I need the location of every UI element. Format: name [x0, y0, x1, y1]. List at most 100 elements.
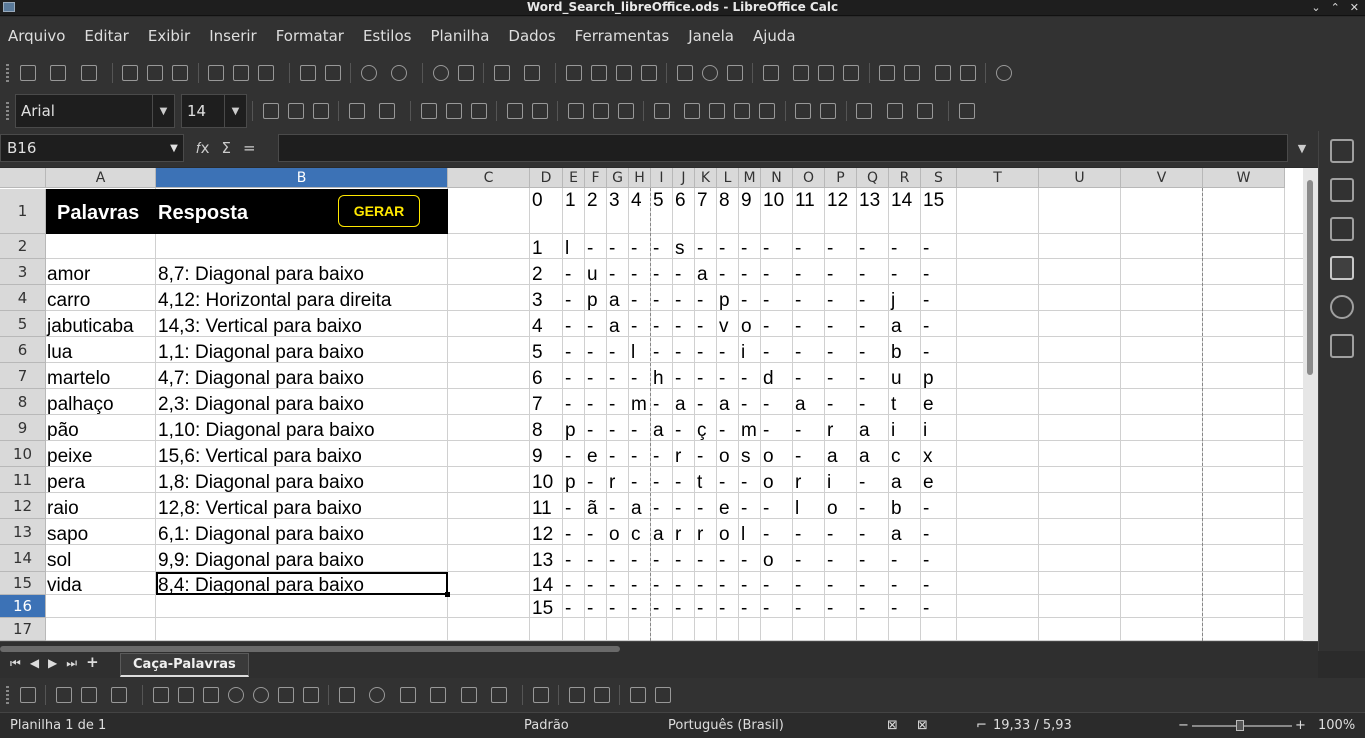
column-header-m[interactable]: M [739, 168, 761, 188]
puzzle-cell[interactable]: - [859, 291, 865, 310]
puzzle-cell[interactable]: - [697, 599, 703, 618]
puzzle-cell[interactable]: p [587, 291, 598, 310]
points-icon[interactable] [629, 687, 646, 703]
open-file-icon[interactable] [50, 65, 66, 81]
puzzle-cell[interactable]: j [891, 291, 895, 310]
menu-ferramentas[interactable]: Ferramentas [575, 27, 670, 45]
puzzle-cell[interactable]: o [763, 551, 774, 570]
answer-cell[interactable]: 1,10: Diagonal para baixo [158, 421, 375, 440]
puzzle-cell[interactable]: h [653, 369, 664, 388]
cut-icon[interactable] [208, 65, 224, 81]
define-print-area-icon[interactable] [879, 65, 895, 81]
puzzle-cell[interactable]: a [653, 525, 664, 544]
answer-cell[interactable]: 14,3: Vertical para baixo [158, 317, 362, 336]
row-header-17[interactable]: 17 [0, 618, 46, 641]
find-replace-icon[interactable] [432, 65, 449, 81]
menu-planilha[interactable]: Planilha [430, 27, 489, 45]
puzzle-cell[interactable]: - [697, 369, 703, 388]
puzzle-header-cell[interactable]: 15 [923, 191, 944, 210]
puzzle-cell[interactable]: - [827, 525, 833, 544]
puzzle-cell[interactable]: - [923, 343, 929, 362]
puzzle-cell[interactable]: u [891, 369, 902, 388]
row-header-11[interactable]: 11 [0, 467, 46, 493]
row-header-1[interactable]: 1 [0, 189, 46, 234]
column-header-w[interactable]: W [1203, 168, 1285, 188]
puzzle-cell[interactable]: - [763, 265, 769, 284]
puzzle-cell[interactable]: d [763, 369, 774, 388]
chevron-down-icon[interactable]: ▼ [224, 95, 246, 127]
puzzle-cell[interactable]: - [653, 447, 659, 466]
page-style[interactable]: Padrão [524, 718, 569, 733]
menu-inserir[interactable]: Inserir [209, 27, 256, 45]
pivot-table-icon[interactable] [726, 65, 743, 81]
sum-icon[interactable]: Σ [222, 139, 231, 157]
column-header-o[interactable]: O [793, 168, 825, 188]
puzzle-header-cell[interactable]: 5 [653, 191, 664, 210]
puzzle-cell[interactable]: l [741, 525, 745, 544]
puzzle-cell[interactable]: - [631, 447, 637, 466]
puzzle-cell[interactable]: - [859, 551, 865, 570]
word-cell[interactable]: amor [47, 265, 90, 284]
puzzle-cell[interactable]: - [795, 239, 801, 258]
select-all-corner[interactable] [0, 168, 46, 188]
puzzle-cell[interactable]: - [697, 576, 703, 595]
fontwork-icon[interactable] [593, 687, 610, 703]
puzzle-cell[interactable]: e [719, 499, 730, 518]
puzzle-cell[interactable]: - [631, 576, 637, 595]
formula-input[interactable] [278, 134, 1288, 162]
zoom-slider-knob[interactable] [1236, 720, 1244, 731]
word-cell[interactable]: sol [47, 551, 71, 570]
font-color-icon[interactable] [348, 103, 365, 119]
column-header-a[interactable]: A [46, 168, 156, 188]
puzzle-cell[interactable]: - [741, 369, 747, 388]
column-header-g[interactable]: G [607, 168, 629, 188]
puzzle-cell[interactable]: - [859, 525, 865, 544]
puzzle-cell[interactable]: o [763, 447, 774, 466]
puzzle-cell[interactable]: a [675, 395, 686, 414]
puzzle-cell[interactable]: - [859, 343, 865, 362]
puzzle-cell[interactable]: - [741, 473, 747, 492]
puzzle-cell[interactable]: - [795, 291, 801, 310]
puzzle-cell[interactable]: - [653, 343, 659, 362]
maximize-button[interactable]: ⌃ [1331, 1, 1340, 15]
puzzle-cell[interactable]: - [565, 343, 571, 362]
puzzle-cell[interactable]: - [697, 499, 703, 518]
special-character-icon[interactable] [762, 65, 779, 81]
puzzle-cell[interactable]: - [827, 239, 833, 258]
puzzle-cell[interactable]: a [859, 447, 870, 466]
answer-cell[interactable]: 4,12: Horizontal para direita [158, 291, 391, 310]
formula-icon[interactable]: = [243, 139, 256, 157]
puzzle-header-cell[interactable]: 13 [859, 191, 880, 210]
puzzle-header-cell[interactable]: 1 [565, 191, 576, 210]
puzzle-cell[interactable]: ç [697, 421, 707, 440]
puzzle-cell[interactable]: e [587, 447, 598, 466]
puzzle-cell[interactable]: - [631, 369, 637, 388]
column-header-t[interactable]: T [957, 168, 1039, 188]
puzzle-cell[interactable]: - [609, 499, 615, 518]
puzzle-cell[interactable]: - [923, 265, 929, 284]
puzzle-cell[interactable]: - [891, 239, 897, 258]
callouts-icon[interactable] [491, 687, 507, 703]
puzzle-cell[interactable]: - [587, 421, 593, 440]
puzzle-cell[interactable]: - [697, 447, 703, 466]
column-header-e[interactable]: E [563, 168, 585, 188]
puzzle-cell[interactable]: - [587, 576, 593, 595]
puzzle-cell[interactable]: - [675, 291, 681, 310]
comment-icon[interactable] [818, 65, 834, 81]
puzzle-cell[interactable]: - [587, 473, 593, 492]
puzzle-cell[interactable]: 14 [532, 576, 553, 595]
puzzle-cell[interactable]: r [795, 473, 801, 492]
sheet-count[interactable]: Planilha 1 de 1 [10, 718, 106, 733]
puzzle-cell[interactable]: - [631, 473, 637, 492]
puzzle-cell[interactable]: - [741, 551, 747, 570]
insert-image-icon[interactable] [676, 65, 693, 81]
decrease-indent-icon[interactable] [820, 103, 836, 119]
puzzle-cell[interactable]: - [795, 551, 801, 570]
puzzle-header-cell[interactable]: 2 [587, 191, 598, 210]
border-style-icon[interactable] [886, 103, 903, 119]
column-header-d[interactable]: D [530, 168, 563, 188]
first-sheet-icon[interactable]: ⏮ [10, 656, 21, 671]
horizontal-scrollbar[interactable] [0, 646, 620, 652]
puzzle-cell[interactable]: - [653, 317, 659, 336]
puzzle-cell[interactable]: - [653, 239, 659, 258]
